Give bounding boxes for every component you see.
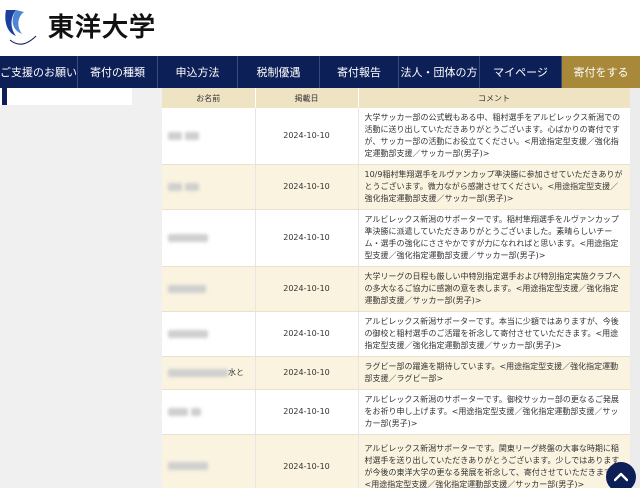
comment-cell: アルビレックス新潟サポーターです。関東リーグ終盤の大事な時期に稲村選手を送り出し… [358, 434, 630, 488]
nav-corporations[interactable]: 法人・団体の方 [399, 56, 480, 88]
donate-button[interactable]: 寄付をする [562, 56, 640, 88]
date-cell: 2024-10-10 [255, 209, 359, 267]
table-row: 2024-10-10 アルビレックス新潟サポーターです。関東リーグ終盤の大事な時… [162, 434, 630, 488]
main-nav: ご支援のお願い 寄付の種類 申込方法 税制優遇 寄付報告 法人・団体の方 マイペ… [0, 56, 640, 88]
comment-cell: 10/9稲村隼翔選手をルヴァンカップ準決勝に参加させていただきありがとうございま… [358, 164, 630, 210]
comment-cell: アルビレックス新潟のサポーターです。御校サッカー部の更なるご発展をお祈り申し上げ… [358, 389, 630, 435]
site-header: 東洋大学 [0, 0, 640, 56]
sidebar-menu [0, 88, 132, 105]
nav-donation-types[interactable]: 寄付の種類 [78, 56, 158, 88]
university-logo[interactable] [2, 6, 42, 50]
donor-comments-table: お名前 掲載日 コメント 2024-10-10 大学サッカー部の公式戦もある中、… [162, 88, 630, 488]
comment-cell: ラグビー部の躍進を期待しています。<用途指定型支援／強化指定運動部支援／ラグビー… [358, 356, 630, 390]
scroll-to-top-button[interactable] [606, 462, 636, 488]
table-row: 2024-10-10 アルビレックス新潟のサポーターです。稲村隼翔選手をルヴァン… [162, 209, 630, 267]
date-cell: 2024-10-10 [255, 266, 359, 312]
university-name[interactable]: 東洋大学 [48, 12, 156, 44]
right-gutter [630, 88, 640, 488]
table-row: 2024-10-10 大学サッカー部の公式戦もある中、稲村選手をアルビレックス新… [162, 108, 630, 165]
date-cell: 2024-10-10 [255, 356, 359, 390]
nav-my-page[interactable]: マイページ [480, 56, 562, 88]
nav-donation-request[interactable]: ご支援のお願い [0, 56, 78, 88]
table-row: 2024-10-10 10/9稲村隼翔選手をルヴァンカップ準決勝に参加させていた… [162, 164, 630, 210]
comment-cell: 大学サッカー部の公式戦もある中、稲村選手をアルビレックス新潟での活動に送り出して… [358, 108, 630, 165]
date-cell: 2024-10-10 [255, 108, 359, 165]
table-row: 水と 2024-10-10 ラグビー部の躍進を期待しています。<用途指定型支援／… [162, 356, 630, 390]
nav-tax-benefits[interactable]: 税制優遇 [238, 56, 320, 88]
comment-cell: 大学リーグの日程も厳しい中特別指定選手および特別指定実施クラブへの多大なるご協力… [358, 266, 630, 312]
date-cell: 2024-10-10 [255, 164, 359, 210]
donor-name-cell [162, 266, 256, 312]
column-header-name: お名前 [162, 88, 256, 108]
comment-cell: アルビレックス新潟のサポーターです。稲村隼翔選手をルヴァンカップ準決勝に派遣して… [358, 209, 630, 267]
donor-name-suffix: 水と [228, 368, 244, 377]
nav-donation-report[interactable]: 寄付報告 [320, 56, 399, 88]
donor-name-cell [162, 434, 256, 488]
date-cell: 2024-10-10 [255, 434, 359, 488]
donor-name-cell [162, 389, 256, 435]
date-cell: 2024-10-10 [255, 389, 359, 435]
sidebar-active-indicator [2, 88, 7, 105]
table-header-row: お名前 掲載日 コメント [162, 88, 630, 108]
table-row: 2024-10-10 アルビレックス新潟のサポーターです。御校サッカー部の更なる… [162, 389, 630, 435]
column-header-date: 掲載日 [255, 88, 359, 108]
donor-name-cell [162, 164, 256, 210]
donor-name-cell [162, 108, 256, 165]
table-row: 2024-10-10 大学リーグの日程も厳しい中特別指定選手および特別指定実施ク… [162, 266, 630, 312]
comment-cell: アルビレックス新潟サポーターです。本当に少額ではありますが、今後の御校と稲村選手… [358, 311, 630, 357]
donor-name-cell: 水と [162, 356, 256, 390]
table-row: 2024-10-10 アルビレックス新潟サポーターです。本当に少額ではありますが… [162, 311, 630, 357]
nav-how-to-apply[interactable]: 申込方法 [158, 56, 238, 88]
date-cell: 2024-10-10 [255, 311, 359, 357]
donor-name-cell [162, 311, 256, 357]
donor-name-cell [162, 209, 256, 267]
chevron-up-icon [614, 472, 628, 482]
column-header-comment: コメント [358, 88, 630, 108]
